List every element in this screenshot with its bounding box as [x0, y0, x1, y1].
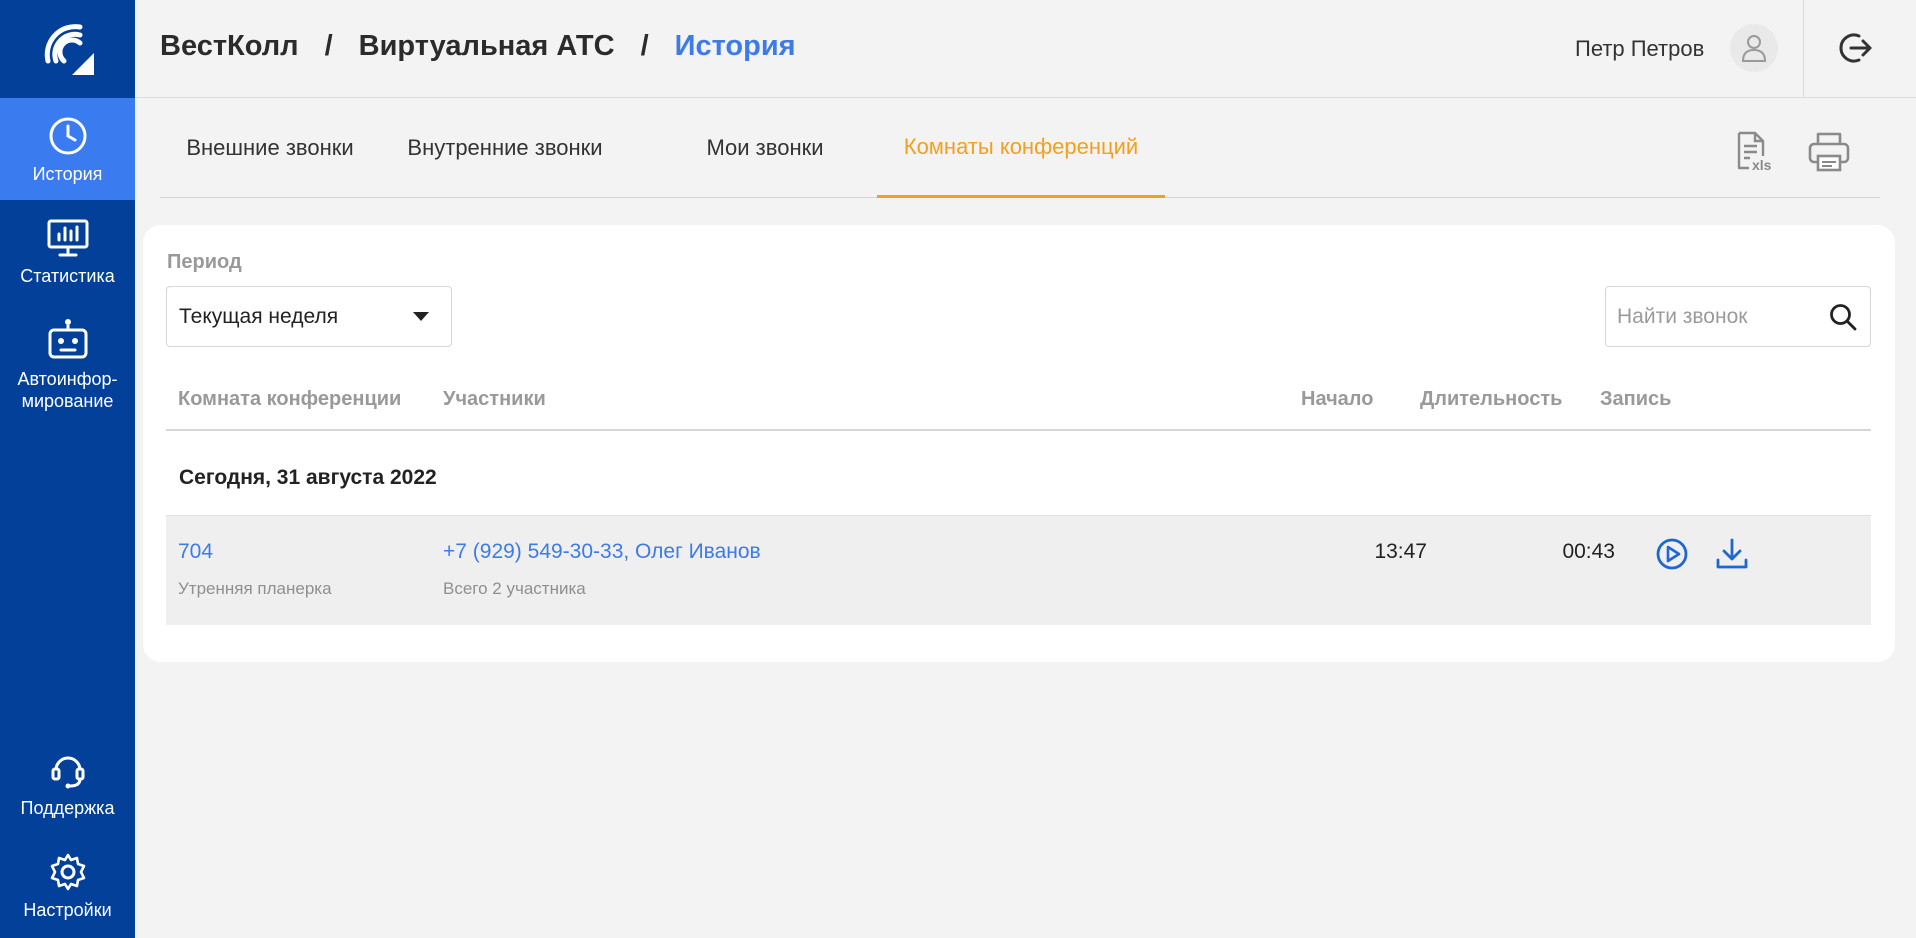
sidebar-item-label: История: [32, 164, 103, 184]
breadcrumb-item-current: История: [674, 30, 796, 62]
sidebar-item-statistics[interactable]: Статистика: [0, 200, 135, 300]
sidebar-item-history[interactable]: История: [0, 98, 135, 200]
room-number-link[interactable]: 704: [178, 540, 213, 564]
logo[interactable]: [0, 0, 135, 98]
breadcrumb-separator: /: [640, 30, 649, 62]
table-header: Комната конференции Участники Начало Дли…: [166, 368, 1871, 431]
participants-count: Всего 2 участника: [443, 579, 586, 598]
period-select[interactable]: Текущая неделя: [166, 286, 452, 347]
user-icon: [1741, 35, 1767, 62]
sidebar-item-label-line2: мирование: [21, 391, 114, 411]
clock-icon: [49, 117, 86, 155]
download-icon[interactable]: [1714, 536, 1750, 572]
breadcrumb-item-pbx[interactable]: Виртуальная АТС: [359, 30, 615, 63]
logo-icon: [44, 24, 94, 75]
room-description: Утренняя планерка: [178, 579, 332, 598]
sidebar: История Статистика Автоинфор- мирование: [0, 0, 135, 938]
date-group-header: Сегодня, 31 августа 2022: [179, 466, 437, 489]
logout-icon: [1839, 33, 1872, 63]
xls-file-icon: xls: [1737, 131, 1772, 173]
tab-my-calls[interactable]: Мои звонки: [680, 98, 850, 198]
user-name[interactable]: Петр Петров: [1575, 36, 1704, 62]
sidebar-item-settings[interactable]: Настройки: [0, 852, 135, 938]
column-header-start[interactable]: Начало: [1301, 388, 1373, 411]
column-header-duration[interactable]: Длительность: [1420, 388, 1562, 411]
breadcrumb-item-company[interactable]: ВестКолл: [160, 30, 299, 63]
breadcrumb: ВестКолл / Виртуальная АТС / История: [160, 30, 796, 63]
header: ВестКолл / Виртуальная АТС / История Пет…: [135, 0, 1916, 98]
search-input[interactable]: [1606, 287, 1816, 346]
tab-bar: Внешние звонки Внутренние звонки Мои зво…: [160, 98, 1880, 198]
tab-internal-calls[interactable]: Внутренние звонки: [400, 98, 610, 198]
sidebar-item-support[interactable]: Поддержка: [0, 750, 135, 840]
svg-text:xls: xls: [1752, 157, 1772, 173]
tab-external-calls[interactable]: Внешние звонки: [160, 98, 380, 198]
breadcrumb-separator: /: [324, 30, 333, 62]
search-box: [1605, 286, 1871, 347]
sidebar-item-label: Статистика: [20, 266, 115, 286]
robot-icon: [48, 319, 87, 359]
printer-icon: [1808, 132, 1850, 172]
sidebar-item-label-line1: Автоинфор-: [17, 369, 118, 389]
column-header-participants[interactable]: Участники: [443, 388, 546, 411]
print-button[interactable]: [1805, 128, 1853, 176]
play-icon[interactable]: [1654, 536, 1690, 572]
call-start-time: 13:47: [1374, 540, 1427, 563]
call-duration: 00:43: [1562, 540, 1615, 563]
calls-card: Период Текущая неделя Комната конференци…: [143, 225, 1895, 662]
monitor-chart-icon: [47, 219, 88, 257]
header-divider: [1803, 0, 1804, 98]
sidebar-item-label: Настройки: [23, 900, 112, 920]
chevron-down-icon: [413, 312, 429, 321]
column-header-room[interactable]: Комната конференции: [178, 388, 401, 411]
table-row[interactable]: 704 Утренняя планерка +7 (929) 549-30-33…: [166, 515, 1871, 625]
logout-button[interactable]: [1835, 28, 1875, 68]
column-header-record[interactable]: Запись: [1600, 388, 1671, 411]
sidebar-item-autoinform[interactable]: Автоинфор- мирование: [0, 318, 135, 428]
sidebar-item-label: Поддержка: [20, 798, 115, 818]
period-select-value: Текущая неделя: [179, 304, 339, 328]
avatar[interactable]: [1730, 24, 1778, 72]
participants-link[interactable]: +7 (929) 549-30-33, Олег Иванов: [443, 540, 761, 564]
gear-icon: [50, 853, 85, 891]
headset-icon: [51, 756, 84, 789]
export-xls-button[interactable]: xls: [1732, 128, 1780, 176]
period-label: Период: [167, 251, 242, 273]
search-icon[interactable]: [1828, 302, 1858, 332]
tab-conference-rooms[interactable]: Комнаты конференций: [877, 98, 1165, 198]
